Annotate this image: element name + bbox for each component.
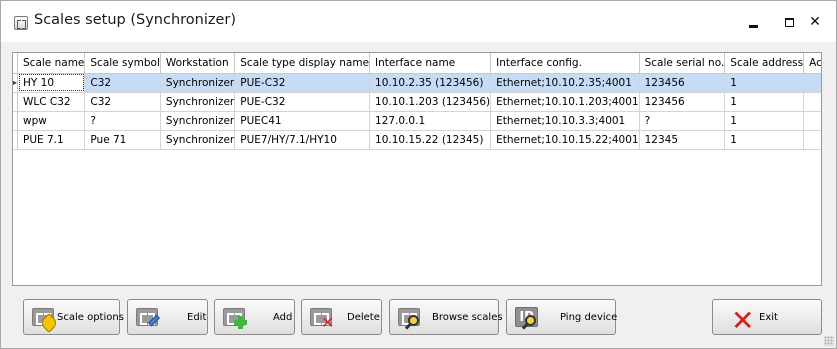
column-header-active[interactable]: Active xyxy=(803,53,821,74)
column-header-interface-name[interactable]: Interface name xyxy=(369,53,492,74)
column-header-serial-no[interactable]: Scale serial no. xyxy=(639,53,726,74)
table-row[interactable]: wpw ? Synchronizer PUEC41 127.0.0.1 Ethe… xyxy=(13,111,821,131)
cell-scale-symbol[interactable]: C32 xyxy=(84,73,161,93)
cell-active[interactable] xyxy=(803,130,821,150)
cell-scale-name[interactable]: PUE 7.1 xyxy=(17,130,86,150)
edit-icon xyxy=(134,304,161,330)
delete-label: Delete xyxy=(347,311,380,323)
cell-serial-no[interactable]: 12345 xyxy=(639,130,726,150)
delete-button[interactable]: ✕ Delete xyxy=(301,299,382,335)
cell-serial-no[interactable]: 123456 xyxy=(639,73,726,93)
cell-scale-address[interactable]: 1 xyxy=(724,130,805,150)
add-label: Add xyxy=(273,311,293,323)
edit-label: Edit xyxy=(187,311,207,323)
cell-scale-name[interactable]: WLC C32 xyxy=(17,92,86,112)
cell-workstation[interactable]: Synchronizer xyxy=(160,73,236,93)
cell-interface-name[interactable]: 127.0.0.1 xyxy=(369,111,492,131)
column-header-scale-address[interactable]: Scale address xyxy=(724,53,805,74)
cell-workstation[interactable]: Synchronizer xyxy=(160,111,236,131)
window-title: Scales setup (Synchronizer) xyxy=(34,12,237,28)
scales-grid[interactable]: Scale name Scale symbol Workstation Scal… xyxy=(12,52,822,286)
cell-interface-config[interactable]: Ethernet;10.10.2.35;4001 xyxy=(490,73,640,93)
cell-scale-type[interactable]: PUEC41 xyxy=(234,111,371,131)
header-row: Scale name Scale symbol Workstation Scal… xyxy=(13,53,821,74)
column-header-interface-config[interactable]: Interface config. xyxy=(490,53,640,74)
cell-interface-name[interactable]: 10.10.15.22 (12345) xyxy=(369,130,492,150)
close-icon: ✕ xyxy=(809,14,821,30)
minimize-icon xyxy=(748,24,758,28)
scale-options-button[interactable]: Scale options xyxy=(23,299,124,335)
edit-button[interactable]: Edit xyxy=(127,299,208,335)
exit-button[interactable]: ✕ Exit xyxy=(712,299,822,335)
exit-icon: ✕ xyxy=(731,304,755,337)
scales-icon xyxy=(14,16,28,30)
cell-interface-config[interactable]: Ethernet;10.10.1.203;4001 xyxy=(490,92,640,112)
cell-scale-type[interactable]: PUE7/HY/7.1/HY10 xyxy=(234,130,371,150)
cell-scale-address[interactable]: 1 xyxy=(724,92,805,112)
column-header-scale-symbol[interactable]: Scale symbol xyxy=(84,53,161,74)
table-row[interactable]: ▸ HY 10 C32 Synchronizer PUE-C32 10.10.2… xyxy=(13,73,821,93)
browse-scales-label: Browse scales xyxy=(432,311,503,323)
ping-device-button[interactable]: IP Ping device xyxy=(506,299,618,335)
cell-scale-symbol[interactable]: C32 xyxy=(84,92,161,112)
cell-scale-type[interactable]: PUE-C32 xyxy=(234,92,371,112)
cell-serial-no[interactable]: ? xyxy=(639,111,726,131)
column-header-scale-name[interactable]: Scale name xyxy=(17,53,86,74)
cell-interface-config[interactable]: Ethernet;10.10.15.22;4001 xyxy=(490,130,640,150)
column-header-scale-type[interactable]: Scale type display name xyxy=(234,53,371,74)
cell-scale-address[interactable]: 1 xyxy=(724,111,805,131)
cell-active[interactable]: 0 xyxy=(803,92,821,112)
cell-interface-name[interactable]: 10.10.1.203 (123456) xyxy=(369,92,492,112)
cell-scale-address[interactable]: 1 xyxy=(724,73,805,93)
cell-interface-config[interactable]: Ethernet;10.10.3.3;4001 xyxy=(490,111,640,131)
cell-scale-name[interactable]: wpw xyxy=(17,111,86,131)
title-bar[interactable]: Scales setup (Synchronizer) ✕ xyxy=(1,1,836,42)
table-row[interactable]: PUE 7.1 Pue 71 Synchronizer PUE7/HY/7.1/… xyxy=(13,130,821,150)
browse-scales-button[interactable]: Browse scales xyxy=(389,299,503,335)
cell-scale-symbol[interactable]: ? xyxy=(84,111,161,131)
add-button[interactable]: Add xyxy=(214,299,295,335)
cell-scale-name[interactable]: HY 10 xyxy=(17,73,86,93)
ping-device-icon: IP xyxy=(513,304,539,330)
cell-workstation[interactable]: Synchronizer xyxy=(160,130,236,150)
resize-grip-icon[interactable] xyxy=(824,336,834,346)
cell-interface-name[interactable]: 10.10.2.35 (123456) xyxy=(369,73,492,93)
close-button[interactable]: ✕ xyxy=(797,9,833,35)
cell-scale-symbol[interactable]: Pue 71 xyxy=(84,130,161,150)
scale-options-icon xyxy=(30,304,59,333)
minimize-button[interactable] xyxy=(735,9,771,35)
ping-device-label: Ping device xyxy=(560,311,618,323)
browse-scales-icon xyxy=(396,304,422,330)
cell-active[interactable]: 0 xyxy=(803,73,821,93)
table-row[interactable]: WLC C32 C32 Synchronizer PUE-C32 10.10.1… xyxy=(13,92,821,112)
add-icon xyxy=(221,304,247,330)
cell-active[interactable]: 0 xyxy=(803,111,821,131)
scale-options-label: Scale options xyxy=(57,311,124,323)
maximize-icon xyxy=(784,17,794,27)
cell-scale-type[interactable]: PUE-C32 xyxy=(234,73,371,93)
column-header-workstation[interactable]: Workstation xyxy=(160,53,236,74)
delete-icon: ✕ xyxy=(308,304,334,331)
cell-workstation[interactable]: Synchronizer xyxy=(160,92,236,112)
scales-setup-window: Scales setup (Synchronizer) ✕ Scale name… xyxy=(0,0,837,349)
cell-serial-no[interactable]: 123456 xyxy=(639,92,726,112)
exit-label: Exit xyxy=(759,311,778,323)
scales-table: Scale name Scale symbol Workstation Scal… xyxy=(13,53,821,150)
